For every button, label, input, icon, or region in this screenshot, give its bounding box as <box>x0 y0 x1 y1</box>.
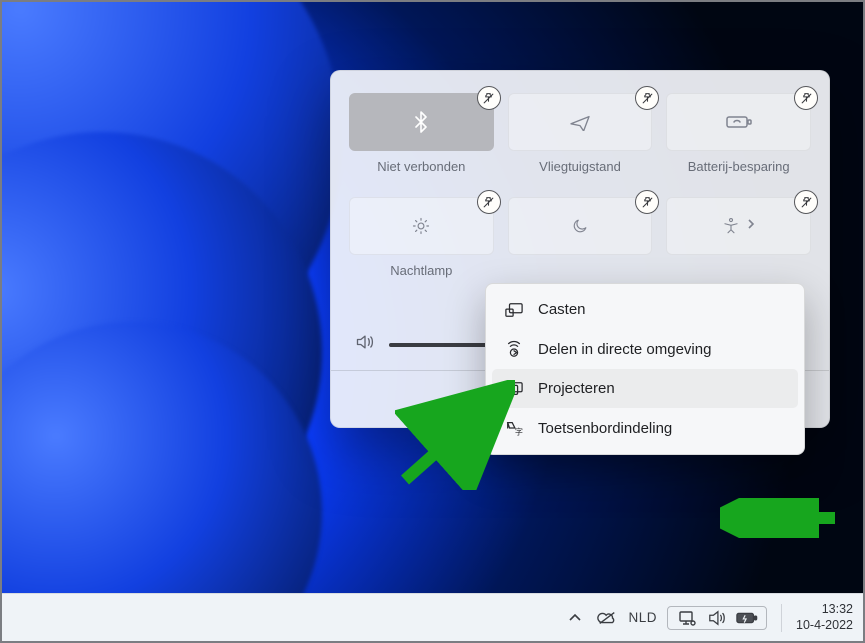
battery-charging-icon <box>736 611 758 625</box>
speaker-icon[interactable] <box>355 333 375 356</box>
airplane-icon <box>569 113 591 131</box>
tile-nightlight-label: Nachtlamp <box>390 263 452 295</box>
tile-bluetooth-button[interactable] <box>349 93 494 151</box>
tile-nightlight: Nachtlamp <box>349 197 494 295</box>
tile-battery-saver-button[interactable] <box>666 93 811 151</box>
menu-item-keyboard-layout[interactable]: 字 Toetsenbordindeling <box>492 408 798 448</box>
language-indicator[interactable]: NLD <box>628 610 657 625</box>
bluetooth-icon <box>412 111 430 133</box>
system-tray: NLD 13:32 10-4-2022 <box>564 602 853 633</box>
clock-time: 13:32 <box>822 602 853 618</box>
chevron-right-icon <box>746 217 756 235</box>
nearby-share-icon <box>504 340 524 358</box>
quick-settings-grid: Niet verbonden Vliegtuigstand <box>349 93 811 191</box>
quick-settings-grid-row2: Nachtlamp <box>349 197 811 295</box>
cast-icon <box>504 302 524 318</box>
project-icon <box>504 381 524 397</box>
tile-battery-saver-label: Batterij-besparing <box>688 159 790 191</box>
keyboard-layout-icon: 字 <box>504 419 524 437</box>
tile-nightlight-button[interactable] <box>349 197 494 255</box>
tile-bluetooth-label: Niet verbonden <box>377 159 465 191</box>
battery-saver-icon <box>726 114 752 130</box>
unpin-icon[interactable] <box>794 190 818 214</box>
tile-airplane: Vliegtuigstand <box>508 93 653 191</box>
unpin-icon[interactable] <box>794 86 818 110</box>
tile-battery-saver: Batterij-besparing <box>666 93 811 191</box>
clock-date: 10-4-2022 <box>796 618 853 634</box>
moon-icon <box>571 217 589 235</box>
tile-focus-button[interactable] <box>508 197 653 255</box>
unpin-icon[interactable] <box>635 86 659 110</box>
tile-focus <box>508 197 653 295</box>
tile-airplane-label: Vliegtuigstand <box>539 159 621 191</box>
tray-chevron-up-icon[interactable] <box>564 613 586 623</box>
taskbar-clock[interactable]: 13:32 10-4-2022 <box>796 602 853 633</box>
tile-airplane-button[interactable] <box>508 93 653 151</box>
unpin-icon[interactable] <box>477 190 501 214</box>
sun-icon <box>411 216 431 236</box>
unpin-icon[interactable] <box>477 86 501 110</box>
tile-accessibility-button[interactable] <box>666 197 811 255</box>
onedrive-icon[interactable] <box>596 611 618 625</box>
menu-item-project[interactable]: Projecteren <box>492 369 798 408</box>
tile-accessibility <box>666 197 811 295</box>
tray-status-group[interactable] <box>667 606 767 630</box>
menu-item-label: Delen in directe omgeving <box>538 341 711 358</box>
network-icon <box>676 610 698 626</box>
svg-text:字: 字 <box>515 426 523 436</box>
volume-icon <box>706 610 728 626</box>
menu-item-label: Projecteren <box>538 380 615 397</box>
unpin-icon[interactable] <box>635 190 659 214</box>
accessibility-icon <box>722 217 740 235</box>
separator <box>781 604 782 632</box>
menu-item-label: Casten <box>538 301 586 318</box>
taskbar: NLD 13:32 10-4-2022 <box>2 593 863 641</box>
menu-item-cast[interactable]: Casten <box>492 290 798 329</box>
add-menu-popup: Casten Delen in directe omgeving Project… <box>485 283 805 455</box>
menu-item-label: Toetsenbordindeling <box>538 420 672 437</box>
menu-item-nearby-share[interactable]: Delen in directe omgeving <box>492 329 798 369</box>
tile-bluetooth: Niet verbonden <box>349 93 494 191</box>
